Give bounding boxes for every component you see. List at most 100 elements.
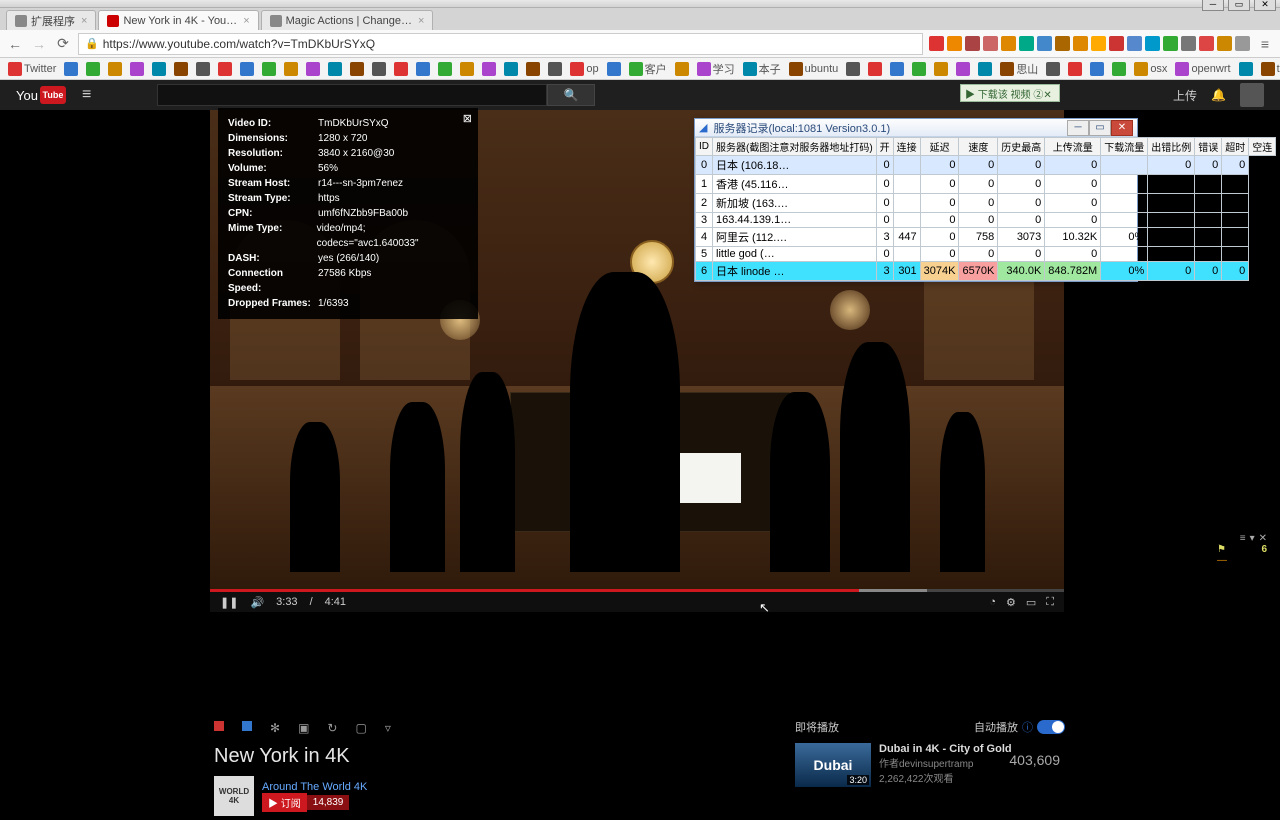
bookmark-item[interactable] [326,62,344,76]
bookmark-item[interactable] [304,62,322,76]
browser-tab[interactable]: New York in 4K - You…× [98,10,258,30]
chrome-menu[interactable]: ≡ [1256,36,1274,52]
bookmark-item[interactable] [84,62,102,76]
guide-button[interactable]: ≡ [82,86,91,104]
capture-icon[interactable] [242,721,252,731]
extension-icon[interactable] [1091,36,1106,51]
bookmark-item[interactable] [1237,62,1255,76]
nav-reload[interactable]: ⟳ [54,35,72,52]
window-min[interactable]: ─ [1202,0,1224,11]
gear-icon[interactable]: ✻ [270,721,280,735]
server-row[interactable]: 2新加坡 (163.…00000000 [696,194,1276,213]
bookmark-item[interactable] [1110,62,1128,76]
stats-close[interactable]: ⊠ [463,112,472,127]
window-max[interactable]: ▭ [1228,0,1250,11]
extension-icon[interactable] [1127,36,1142,51]
bookmark-item[interactable] [1088,62,1106,76]
extension-icon[interactable] [1001,36,1016,51]
server-row[interactable]: 4阿里云 (112.…34470758307310.32K0%000 [696,228,1276,247]
extension-icon[interactable] [947,36,962,51]
search-button[interactable]: 🔍 [547,84,595,106]
url-field[interactable]: 🔒 https://www.youtube.com/watch?v=TmDKbU… [78,33,923,55]
extension-icon[interactable] [1235,36,1250,51]
nav-back[interactable]: ← [6,36,24,52]
bookmark-item[interactable] [1066,62,1084,76]
bookmark-item[interactable] [502,62,520,76]
bookmark-item[interactable] [480,62,498,76]
youtube-logo[interactable]: You Tube [16,86,66,104]
extension-icon[interactable] [1073,36,1088,51]
bookmark-item[interactable] [888,62,906,76]
bookmark-item[interactable] [216,62,234,76]
bookmark-item[interactable] [370,62,388,76]
bookmark-item[interactable] [282,62,300,76]
bookmark-item[interactable] [260,62,278,76]
extension-icon[interactable] [1037,36,1052,51]
extension-icon[interactable] [965,36,980,51]
extension-icon[interactable] [1055,36,1070,51]
server-row[interactable]: 1香港 (45.116…00000000 [696,175,1276,194]
upload-button[interactable]: 上传 [1173,87,1197,104]
bookmark-item[interactable]: osx [1132,62,1169,76]
extension-icon[interactable] [1019,36,1034,51]
bookmark-item[interactable] [414,62,432,76]
pause-button[interactable]: ❚❚ [220,596,238,609]
recommendation-item[interactable]: Dubai 3:20 Dubai in 4K - City of Gold 作者… [795,739,1065,791]
net-close[interactable]: ✕ [1111,120,1133,136]
extension-icon[interactable] [1109,36,1124,51]
bookmark-item[interactable] [436,62,454,76]
camera-icon[interactable]: ▢ [355,721,366,735]
bookmark-item[interactable] [172,62,190,76]
bookmark-item[interactable] [605,62,623,76]
bookmark-item[interactable] [844,62,862,76]
channel-avatar[interactable]: WORLD 4K [214,776,254,816]
autoplay-toggle[interactable] [1037,720,1065,734]
bookmark-item[interactable] [238,62,256,76]
bookmark-item[interactable]: 思山 [998,61,1040,77]
net-min[interactable]: ─ [1067,120,1089,136]
rec-icon[interactable] [214,721,224,731]
notifications-icon[interactable]: 🔔 [1211,88,1226,102]
fullscreen-icon[interactable]: ⛶ [1046,596,1054,609]
window-close[interactable]: ✕ [1254,0,1276,11]
bookmark-item[interactable] [348,62,366,76]
bookmark-item[interactable]: 学习 [695,61,737,77]
bookmark-item[interactable] [954,62,972,76]
server-row[interactable]: 3163.44.139.1…00000000 [696,213,1276,228]
bookmark-item[interactable] [194,62,212,76]
nav-forward[interactable]: → [30,36,48,52]
bookmark-item[interactable] [673,62,691,76]
bookmark-item[interactable] [910,62,928,76]
bookmark-item[interactable]: ubuntu [787,62,841,76]
filter-icon[interactable]: ▿ [385,721,391,735]
browser-tab[interactable]: 扩展程序× [6,10,96,30]
bookmark-item[interactable] [392,62,410,76]
volume-button[interactable]: 🔊 [250,596,264,609]
bookmark-item[interactable] [128,62,146,76]
bookmark-item[interactable] [1044,62,1062,76]
loop-icon[interactable]: ↻ [327,721,337,735]
bookmark-item[interactable] [106,62,124,76]
bookmark-item[interactable] [866,62,884,76]
extension-icon[interactable] [1145,36,1160,51]
search-input[interactable] [157,84,547,106]
bookmark-item[interactable]: 客户 [627,61,669,77]
server-row[interactable]: 5little god (…00000000 [696,247,1276,262]
bookmark-item[interactable] [976,62,994,76]
bookmark-item[interactable] [932,62,950,76]
pip-icon[interactable]: ▣ [298,721,309,735]
bookmark-item[interactable]: openwrt [1173,62,1232,76]
settings-icon[interactable]: ⚙ [1006,596,1016,609]
bookmark-item[interactable]: 本子 [741,61,783,77]
server-row[interactable]: 0日本 (106.18…00000000 [696,156,1276,175]
extension-icon[interactable] [929,36,944,51]
bookmark-item[interactable] [524,62,542,76]
extension-icon[interactable] [1163,36,1178,51]
browser-tab[interactable]: Magic Actions | Change…× [261,10,434,30]
channel-name[interactable]: Around The World 4K [262,781,367,793]
bookmark-item[interactable] [150,62,168,76]
bookmark-item[interactable] [62,62,80,76]
theater-icon[interactable]: ▭ [1026,596,1036,609]
download-helper[interactable]: ▶ 下载该 视频 ②✕ [960,84,1060,102]
watch-later-icon[interactable]: ◔ [989,596,996,609]
